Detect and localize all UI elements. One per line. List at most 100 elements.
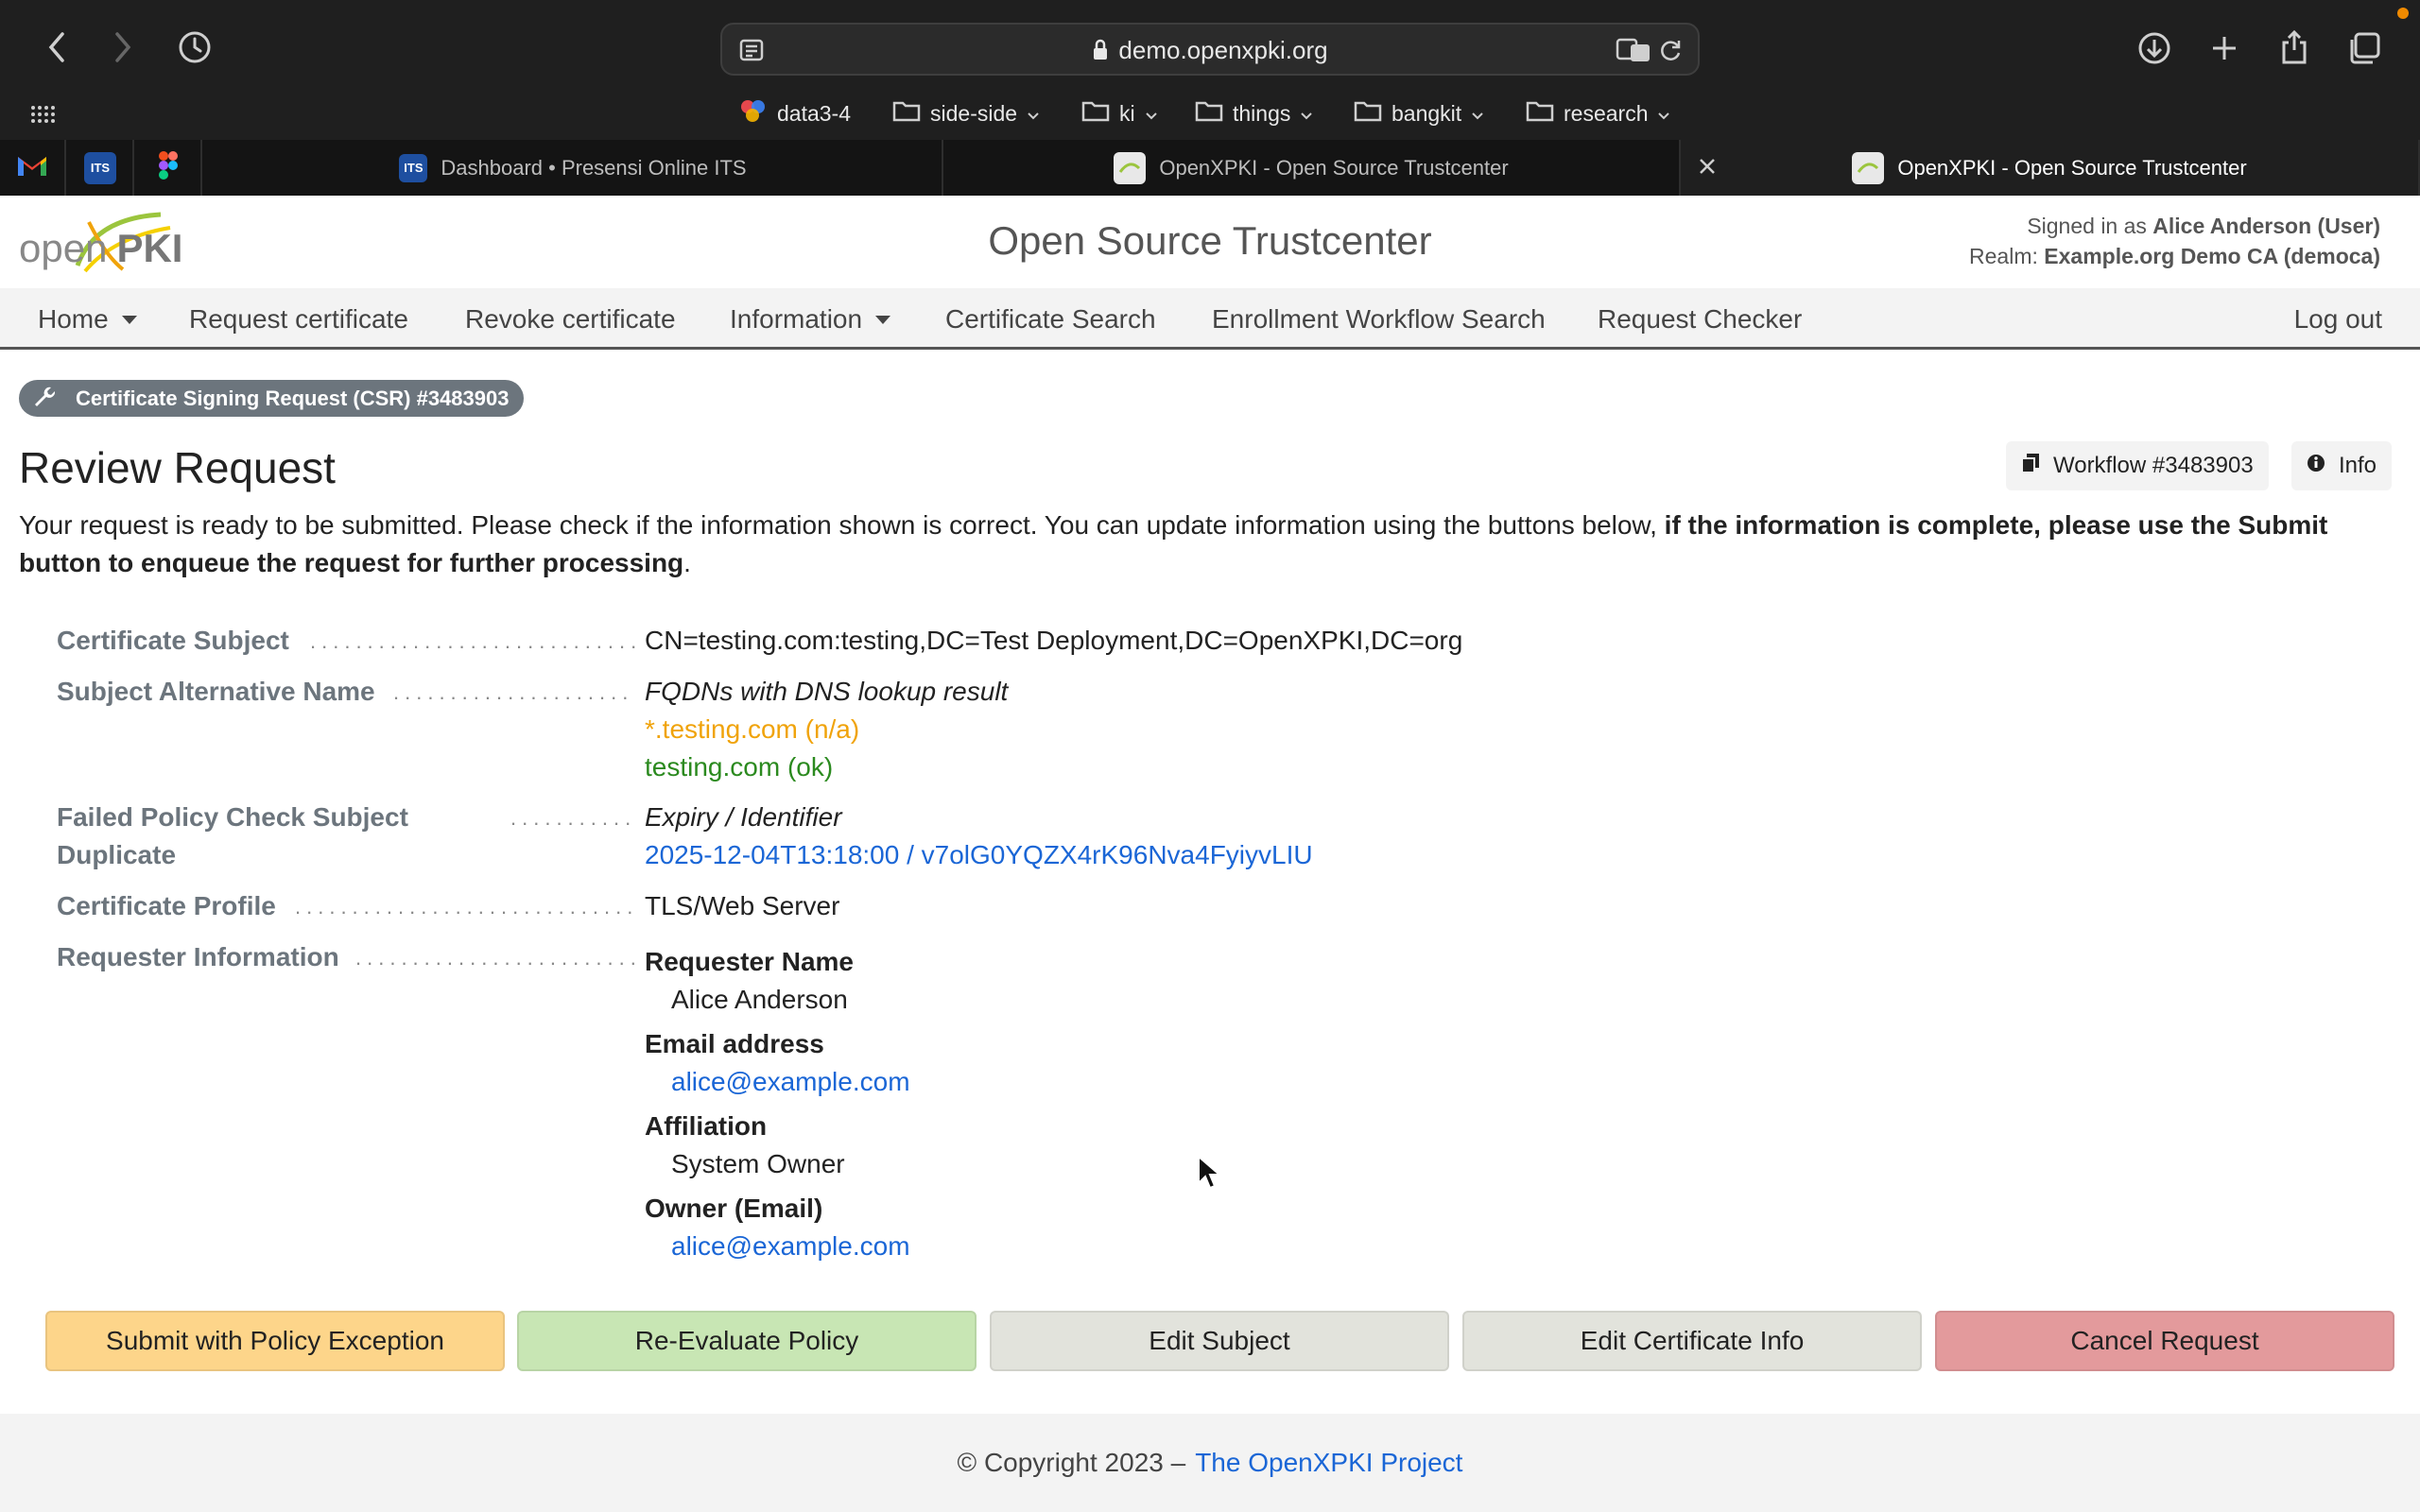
- back-icon[interactable]: [38, 28, 76, 66]
- main-navbar: Home Request certificate Revoke certific…: [0, 288, 2420, 350]
- tab-strip: ITS ITS Dashboard • Presensi Online ITS …: [0, 140, 2420, 196]
- bookmark-label: research: [1564, 100, 1649, 126]
- leader-dots: ........................................…: [355, 946, 635, 970]
- tab-openxpki-active[interactable]: OpenXPKI - Open Source Trustcenter: [1681, 140, 2420, 196]
- nav-logout[interactable]: Log out: [2294, 288, 2382, 350]
- bookmark-folder-research[interactable]: research: [1526, 93, 1670, 134]
- download-icon[interactable]: [2135, 28, 2174, 68]
- figma-icon: [158, 150, 179, 185]
- requester-name-heading: Requester Name: [645, 947, 854, 976]
- address-bar[interactable]: demo.openxpki.org: [720, 23, 1700, 76]
- chevron-down-icon: [1471, 101, 1484, 127]
- new-tab-icon[interactable]: [2204, 28, 2244, 68]
- browser-toolbar: demo.openxpki.org: [0, 0, 2420, 94]
- pinned-tab-gmail[interactable]: [0, 140, 66, 196]
- owner-email-heading: Owner (Email): [645, 1194, 823, 1223]
- nav-label: Request Checker: [1598, 303, 1803, 334]
- nav-request-certificate[interactable]: Request certificate: [189, 288, 408, 350]
- chevron-down-icon: [1145, 101, 1158, 127]
- nav-label: Home: [38, 303, 109, 334]
- intro-text: Your request is ready to be submitted. P…: [19, 507, 2401, 582]
- bookmark-folder-ki[interactable]: ki: [1081, 93, 1158, 134]
- edit-certificate-info-button[interactable]: Edit Certificate Info: [1462, 1311, 1922, 1371]
- folder-icon: [1526, 99, 1554, 128]
- info-icon: [2307, 453, 2325, 479]
- signed-in-label: Signed in as: [2027, 214, 2147, 238]
- info-button[interactable]: Info: [2291, 441, 2393, 490]
- history-icon[interactable]: [176, 28, 214, 66]
- notification-dot: [2397, 8, 2409, 19]
- value-san-item: *.testing.com (n/a): [645, 714, 860, 744]
- close-icon[interactable]: [1696, 155, 1719, 183]
- value-certificate-subject: CN=testing.com:testing,DC=Test Deploymen…: [645, 626, 1463, 655]
- browser-chrome: demo.openxpki.org data3-4 side-side ki t…: [0, 0, 2420, 196]
- bookmark-folder-side-side[interactable]: side-side: [892, 93, 1040, 134]
- bookmark-data3-4[interactable]: data3-4: [739, 93, 851, 134]
- gmail-icon: [16, 153, 48, 182]
- page-title: Review Request: [19, 443, 336, 492]
- csr-badge: Certificate Signing Request (CSR) #34839…: [19, 380, 525, 417]
- label-line: Duplicate: [57, 840, 177, 869]
- cancel-request-button[interactable]: Cancel Request: [1935, 1311, 2394, 1371]
- leader-dots: ........................................…: [510, 806, 635, 830]
- tab-openxpki-1[interactable]: OpenXPKI - Open Source Trustcenter: [943, 140, 1681, 196]
- apps-grid-icon[interactable]: [28, 100, 57, 129]
- email-link[interactable]: alice@example.com: [645, 1063, 910, 1101]
- label-certificate-subject: Certificate Subject: [57, 626, 289, 655]
- tabs-overview-icon[interactable]: [2344, 28, 2384, 68]
- re-evaluate-policy-button[interactable]: Re-Evaluate Policy: [517, 1311, 977, 1371]
- nav-request-checker[interactable]: Request Checker: [1598, 288, 1802, 350]
- value-certificate-profile: TLS/Web Server: [645, 891, 840, 920]
- folder-icon: [1354, 99, 1382, 128]
- chevron-down-icon: [1027, 101, 1040, 127]
- label-certificate-profile: Certificate Profile: [57, 891, 276, 920]
- folder-icon: [892, 99, 921, 128]
- value-policy-link[interactable]: 2025-12-04T13:18:00 / v7olG0YQZX4rK96Nva…: [645, 836, 1313, 874]
- nav-revoke-certificate[interactable]: Revoke certificate: [465, 288, 676, 350]
- bookmark-folder-things[interactable]: things: [1195, 93, 1313, 134]
- realm-label: Realm:: [1969, 244, 2038, 268]
- wrench-icon: [32, 385, 56, 413]
- folder-icon: [1195, 99, 1223, 128]
- url-text: demo.openxpki.org: [722, 36, 1698, 68]
- bookmark-label: side-side: [930, 100, 1018, 126]
- pinned-tab-its[interactable]: ITS: [68, 140, 134, 196]
- submit-with-policy-exception-button[interactable]: Submit with Policy Exception: [45, 1311, 505, 1371]
- pinned-tab-figma[interactable]: [136, 140, 202, 196]
- nav-enrollment-workflow-search[interactable]: Enrollment Workflow Search: [1212, 288, 1546, 350]
- bookmark-folder-bangkit[interactable]: bangkit: [1354, 93, 1484, 134]
- user-info: Signed in as Alice Anderson (User) Realm…: [1969, 211, 2380, 271]
- copy-icon: [2021, 453, 2040, 480]
- owner-email-link[interactable]: alice@example.com: [645, 1228, 910, 1265]
- value-policy-heading: Expiry / Identifier: [645, 802, 842, 832]
- mouse-cursor-icon: [1197, 1154, 1222, 1195]
- nav-information[interactable]: Information: [730, 288, 891, 350]
- tab-dashboard[interactable]: ITS Dashboard • Presensi Online ITS: [204, 140, 943, 196]
- intro-end: .: [683, 548, 691, 577]
- workflow-button[interactable]: Workflow #3483903: [2006, 441, 2269, 490]
- requester-name-value: Alice Anderson: [671, 985, 848, 1014]
- share-icon[interactable]: [2274, 26, 2314, 68]
- folder-icon: [1081, 99, 1110, 128]
- openxpki-project-link[interactable]: The OpenXPKI Project: [1195, 1448, 1462, 1478]
- edit-subject-button[interactable]: Edit Subject: [990, 1311, 1449, 1371]
- leader-dots: ........................................…: [393, 680, 635, 704]
- lock-icon: [1092, 39, 1109, 68]
- nav-home[interactable]: Home: [38, 288, 137, 350]
- bookmark-label: bangkit: [1392, 100, 1462, 126]
- bookmark-label: things: [1233, 100, 1291, 126]
- nav-label: Information: [730, 303, 863, 334]
- label-requester-information: Requester Information: [57, 942, 339, 971]
- its-logo-icon: ITS: [399, 153, 428, 182]
- page-footer: © Copyright 2023 – The OpenXPKI Project: [0, 1414, 2420, 1512]
- nav-label: Request certificate: [189, 303, 408, 334]
- forward-icon[interactable]: [104, 28, 142, 66]
- affiliation-value: System Owner: [671, 1149, 845, 1178]
- nav-certificate-search[interactable]: Certificate Search: [945, 288, 1156, 350]
- bookmarks-bar: data3-4 side-side ki things bangkit rese…: [0, 93, 2420, 134]
- label-subject-alternative-name: Subject Alternative Name: [57, 677, 375, 706]
- copyright-text: © Copyright 2023 –: [957, 1448, 1186, 1477]
- translate-icon[interactable]: [1615, 34, 1652, 66]
- realm-value: Example.org Demo CA (democa): [2044, 244, 2380, 268]
- reload-icon[interactable]: [1656, 36, 1685, 64]
